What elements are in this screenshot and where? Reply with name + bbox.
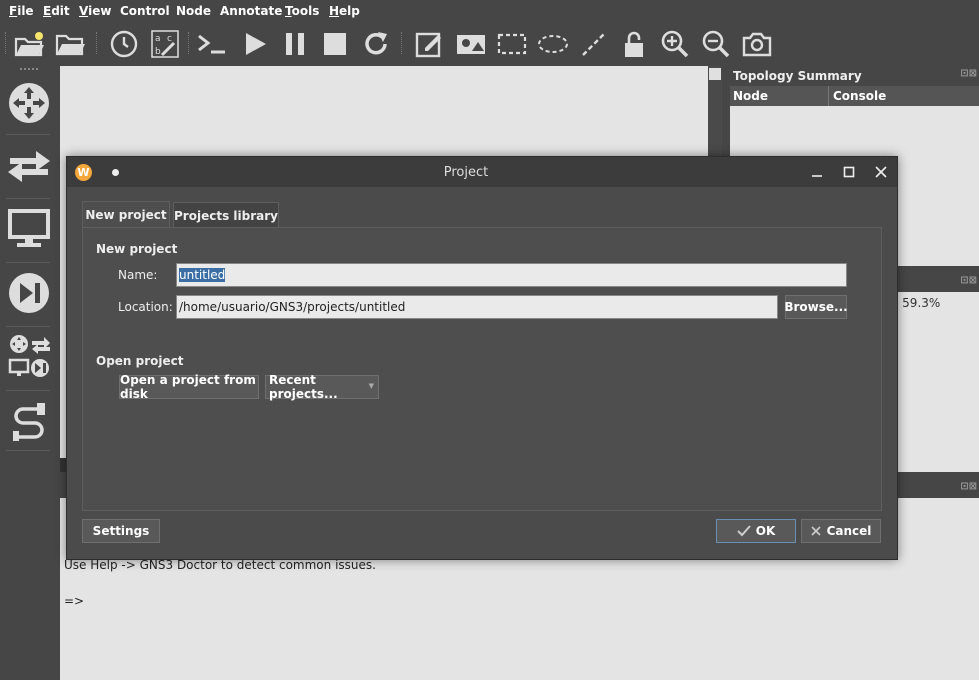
new-project-heading: New project — [96, 242, 178, 256]
all-devices-icon[interactable] — [4, 332, 54, 380]
project-name-input[interactable]: untitled — [176, 263, 847, 287]
tab-new-project[interactable]: New project — [82, 201, 170, 227]
browse-button[interactable]: Browse... — [784, 295, 848, 319]
zoom-in-icon[interactable] — [658, 28, 692, 60]
main-toolbar: acb — [0, 24, 979, 64]
switches-icon[interactable] — [4, 142, 54, 188]
location-label: Location: — [118, 300, 173, 314]
screenshot-icon[interactable] — [740, 28, 774, 60]
topology-summary-header: Topology Summary ⊡⊠ — [728, 67, 979, 85]
dock-float-close-icons-2[interactable]: ⊡⊠ — [960, 275, 977, 286]
show-interface-labels-icon[interactable]: acb — [148, 28, 182, 60]
topology-summary-title: Topology Summary — [733, 69, 862, 83]
draw-line-icon[interactable] — [577, 28, 611, 60]
minimize-icon[interactable] — [807, 162, 827, 182]
lock-unlock-icon[interactable] — [617, 28, 651, 60]
open-project-icon[interactable] — [54, 28, 88, 60]
routers-icon[interactable] — [4, 80, 54, 126]
maximize-icon[interactable] — [839, 162, 859, 182]
dock-float-close-icons-3[interactable]: ⊡⊠ — [960, 481, 977, 492]
add-note-icon[interactable] — [412, 28, 446, 60]
menu-control[interactable]: Control — [120, 4, 170, 18]
menu-edit[interactable]: Edit — [43, 4, 70, 18]
menu-tools[interactable]: Tools — [285, 4, 319, 18]
reload-all-icon[interactable] — [359, 28, 393, 60]
dialog-titlebar[interactable]: W Project — [67, 157, 897, 187]
add-link-icon[interactable] — [4, 398, 54, 444]
start-all-icon[interactable] — [238, 28, 272, 60]
menu-help[interactable]: Help — [329, 4, 360, 18]
zoom-out-icon[interactable] — [699, 28, 733, 60]
name-label: Name: — [118, 268, 158, 282]
console-prompt: => — [64, 594, 85, 608]
svg-text:c: c — [167, 34, 172, 44]
insert-picture-icon[interactable] — [454, 28, 488, 60]
ok-button[interactable]: OK — [716, 519, 796, 543]
toolbar-handle[interactable] — [20, 68, 38, 70]
menu-annotate[interactable]: Annotate — [220, 4, 282, 18]
chevron-down-icon: ▼ — [368, 382, 374, 390]
dialog-title: Project — [443, 165, 489, 180]
topology-table-header: Node Console — [730, 86, 979, 106]
suspend-all-icon[interactable] — [278, 28, 312, 60]
cancel-x-icon — [811, 526, 821, 536]
recent-projects-dropdown[interactable]: Recent projects... ▼ — [265, 373, 379, 401]
menu-file[interactable]: File — [9, 4, 34, 18]
snapshot-clock-icon[interactable] — [107, 28, 141, 60]
draw-rectangle-icon[interactable] — [495, 28, 529, 60]
new-project-icon[interactable] — [13, 28, 47, 60]
menu-bar: File Edit View Control Node Annotate Too… — [0, 0, 979, 24]
svg-text:b: b — [155, 47, 161, 57]
end-devices-icon[interactable] — [4, 206, 54, 252]
checkmark-icon — [737, 525, 751, 537]
project-dialog: W Project New project Projects library N… — [66, 156, 898, 560]
security-devices-icon[interactable] — [4, 270, 54, 316]
new-project-pane: New project Name: untitled Location: /ho… — [82, 227, 882, 511]
menu-node[interactable]: Node — [176, 4, 211, 18]
svg-text:a: a — [155, 34, 161, 44]
draw-ellipse-icon[interactable] — [536, 28, 570, 60]
open-from-disk-button[interactable]: Open a project from disk — [119, 373, 259, 401]
column-header-node[interactable]: Node — [733, 89, 768, 103]
tab-projects-library[interactable]: Projects library — [173, 202, 279, 228]
close-icon[interactable] — [871, 162, 891, 182]
menu-view[interactable]: View — [79, 4, 111, 18]
stop-all-icon[interactable] — [318, 28, 352, 60]
project-location-input[interactable]: /home/usuario/GNS3/projects/untitled — [176, 295, 778, 319]
column-header-console[interactable]: Console — [833, 89, 886, 103]
devices-toolbar — [0, 64, 58, 680]
cancel-button[interactable]: Cancel — [801, 519, 881, 543]
open-project-heading: Open project — [96, 354, 184, 368]
settings-button[interactable]: Settings — [82, 519, 160, 543]
console-all-icon[interactable] — [195, 28, 229, 60]
console-help-line: Use Help -> GNS3 Doctor to detect common… — [64, 558, 376, 572]
dock-float-close-icons[interactable]: ⊡⊠ — [960, 68, 977, 79]
